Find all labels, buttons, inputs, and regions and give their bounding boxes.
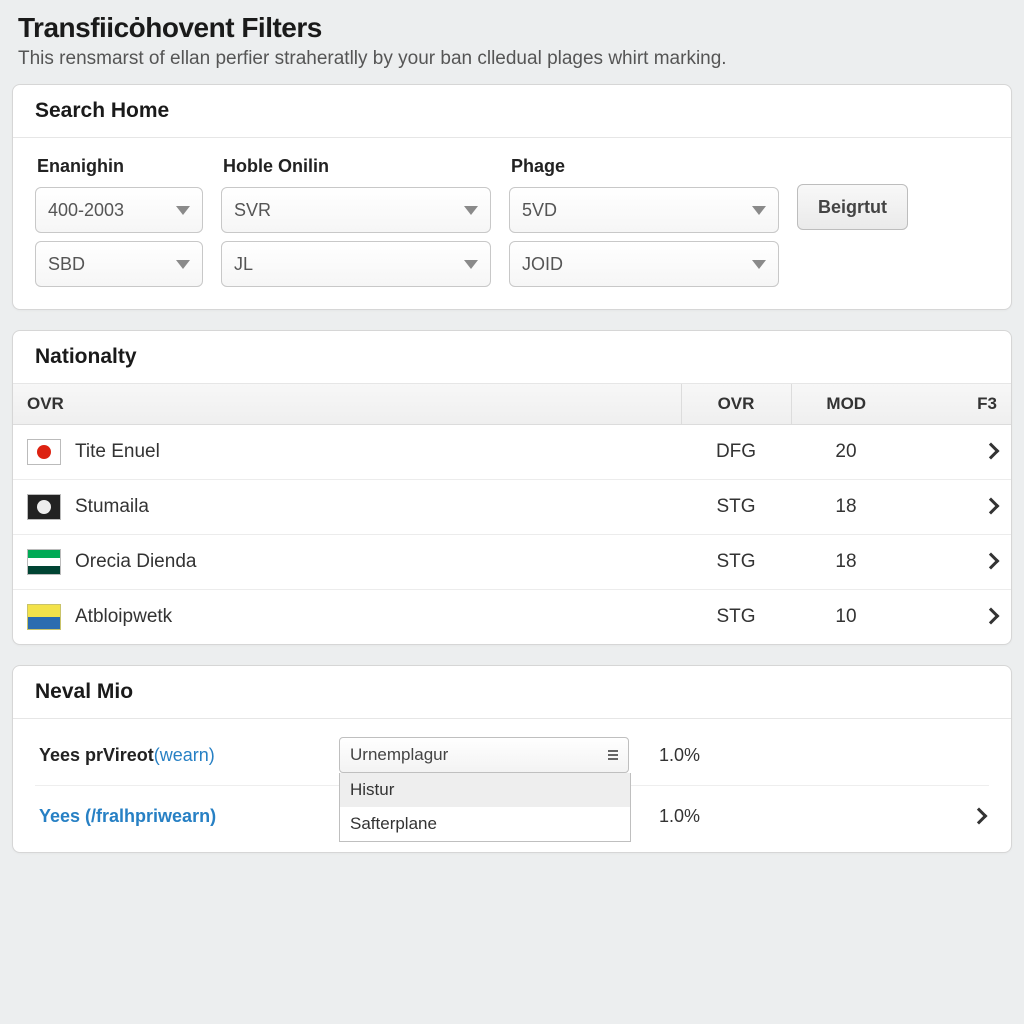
neval-panel: Neval Mio Yees prVireot(wearn)Urnemplagu… — [12, 665, 1012, 853]
dropdown-option[interactable]: Safterplane — [340, 807, 630, 841]
kv-row: Yees prVireot(wearn)UrnemplagurHisturSaf… — [35, 725, 989, 785]
search-panel: Search Home Enanighin 400-2003 SBD Hoble… — [12, 84, 1012, 310]
chevron-right-icon — [983, 608, 1000, 625]
kv-label-paren: (wearn) — [154, 745, 215, 765]
select-hoble-1[interactable]: SVR — [221, 187, 491, 233]
row-open[interactable] — [901, 590, 1011, 645]
chevron-down-icon — [464, 206, 478, 215]
nationality-panel: Nationalty OVR OVR MOD F3 Tite Enuel DFG2… — [12, 330, 1012, 645]
row-name: Orecia Dienda — [75, 551, 196, 573]
flag-icon — [27, 494, 61, 520]
kv-label: Yees prVireot(wearn) — [39, 745, 339, 766]
select-value: SVR — [234, 200, 271, 221]
search-panel-body: Enanighin 400-2003 SBD Hoble Onilin SVR … — [13, 138, 1011, 309]
flag-icon — [27, 439, 61, 465]
chevron-down-icon — [752, 206, 766, 215]
select-phage-2[interactable]: JOID — [509, 241, 779, 287]
row-open[interactable] — [901, 425, 1011, 480]
chevron-down-icon — [176, 260, 190, 269]
chevron-right-icon — [983, 498, 1000, 515]
table-row[interactable]: Tite Enuel DFG20 — [13, 425, 1011, 480]
page-title: Transfiicȯhovent Filters — [12, 0, 1012, 48]
row-open[interactable] — [901, 535, 1011, 590]
page-subtitle: This rensmarst of ellan perfier strahera… — [12, 48, 1012, 84]
select-enanighin-1[interactable]: 400-2003 — [35, 187, 203, 233]
row-mod: 18 — [791, 480, 901, 535]
filter-label-3: Phage — [509, 156, 779, 177]
col-ovr2[interactable]: OVR — [681, 384, 791, 425]
col-ovr[interactable]: OVR — [13, 384, 681, 425]
kv-value: 1.0% — [629, 806, 769, 827]
chevron-right-icon — [983, 443, 1000, 460]
dropdown-option[interactable]: Histur — [340, 773, 630, 807]
chevron-down-icon — [752, 260, 766, 269]
filter-row: Enanighin 400-2003 SBD Hoble Onilin SVR … — [35, 156, 989, 287]
flag-icon — [27, 604, 61, 630]
beigrtut-button[interactable]: Beigrtut — [797, 184, 908, 230]
chevron-right-icon — [983, 553, 1000, 570]
select-value: JL — [234, 254, 253, 275]
filter-label-2: Hoble Onilin — [221, 156, 491, 177]
row-mod: 18 — [791, 535, 901, 590]
row-ovr2: STG — [681, 590, 791, 645]
nationality-table: OVR OVR MOD F3 Tite Enuel DFG20 Stumaila ST… — [13, 384, 1011, 644]
table-row[interactable]: Orecia Dienda STG18 — [13, 535, 1011, 590]
row-open[interactable] — [901, 480, 1011, 535]
row-name: Tite Enuel — [75, 441, 160, 463]
table-row[interactable]: Stumaila STG18 — [13, 480, 1011, 535]
col-mod[interactable]: MOD — [791, 384, 901, 425]
filter-col-3: Phage 5VD JOID — [509, 156, 779, 287]
row-name: Stumaila — [75, 496, 149, 518]
neval-panel-title: Neval Mio — [13, 666, 1011, 719]
select-phage-1[interactable]: 5VD — [509, 187, 779, 233]
kv-select-value: Urnemplagur — [350, 745, 448, 765]
row-ovr2: STG — [681, 480, 791, 535]
select-enanighin-2[interactable]: SBD — [35, 241, 203, 287]
select-value: SBD — [48, 254, 85, 275]
chevron-right-icon[interactable] — [971, 808, 988, 825]
kv-label-main: Yees prVireot — [39, 745, 154, 765]
select-value: JOID — [522, 254, 563, 275]
dropdown-icon — [608, 750, 618, 760]
kv-label[interactable]: Yees (/fralhpriwearn) — [39, 806, 339, 827]
table-header-row: OVR OVR MOD F3 — [13, 384, 1011, 425]
filter-col-2: Hoble Onilin SVR JL — [221, 156, 491, 287]
row-mod: 10 — [791, 590, 901, 645]
table-row[interactable]: Atbloipwetk STG10 — [13, 590, 1011, 645]
col-f3[interactable]: F3 — [901, 384, 1011, 425]
select-hoble-2[interactable]: JL — [221, 241, 491, 287]
kv-select[interactable]: UrnemplagurHisturSafterplane — [339, 737, 629, 773]
select-value: 400-2003 — [48, 200, 124, 221]
row-ovr2: STG — [681, 535, 791, 590]
chevron-down-icon — [464, 260, 478, 269]
select-value: 5VD — [522, 200, 557, 221]
kv-value: 1.0% — [629, 745, 769, 766]
chevron-down-icon — [176, 206, 190, 215]
filter-label-1: Enanighin — [35, 156, 203, 177]
nationality-panel-title: Nationalty — [13, 331, 1011, 384]
row-name: Atbloipwetk — [75, 606, 172, 628]
kv-label-main: Yees (/fralhpriwearn) — [39, 806, 216, 826]
filter-col-1: Enanighin 400-2003 SBD — [35, 156, 203, 287]
row-mod: 20 — [791, 425, 901, 480]
search-panel-title: Search Home — [13, 85, 1011, 138]
flag-icon — [27, 549, 61, 575]
dropdown-menu: HisturSafterplane — [339, 773, 631, 842]
row-ovr2: DFG — [681, 425, 791, 480]
